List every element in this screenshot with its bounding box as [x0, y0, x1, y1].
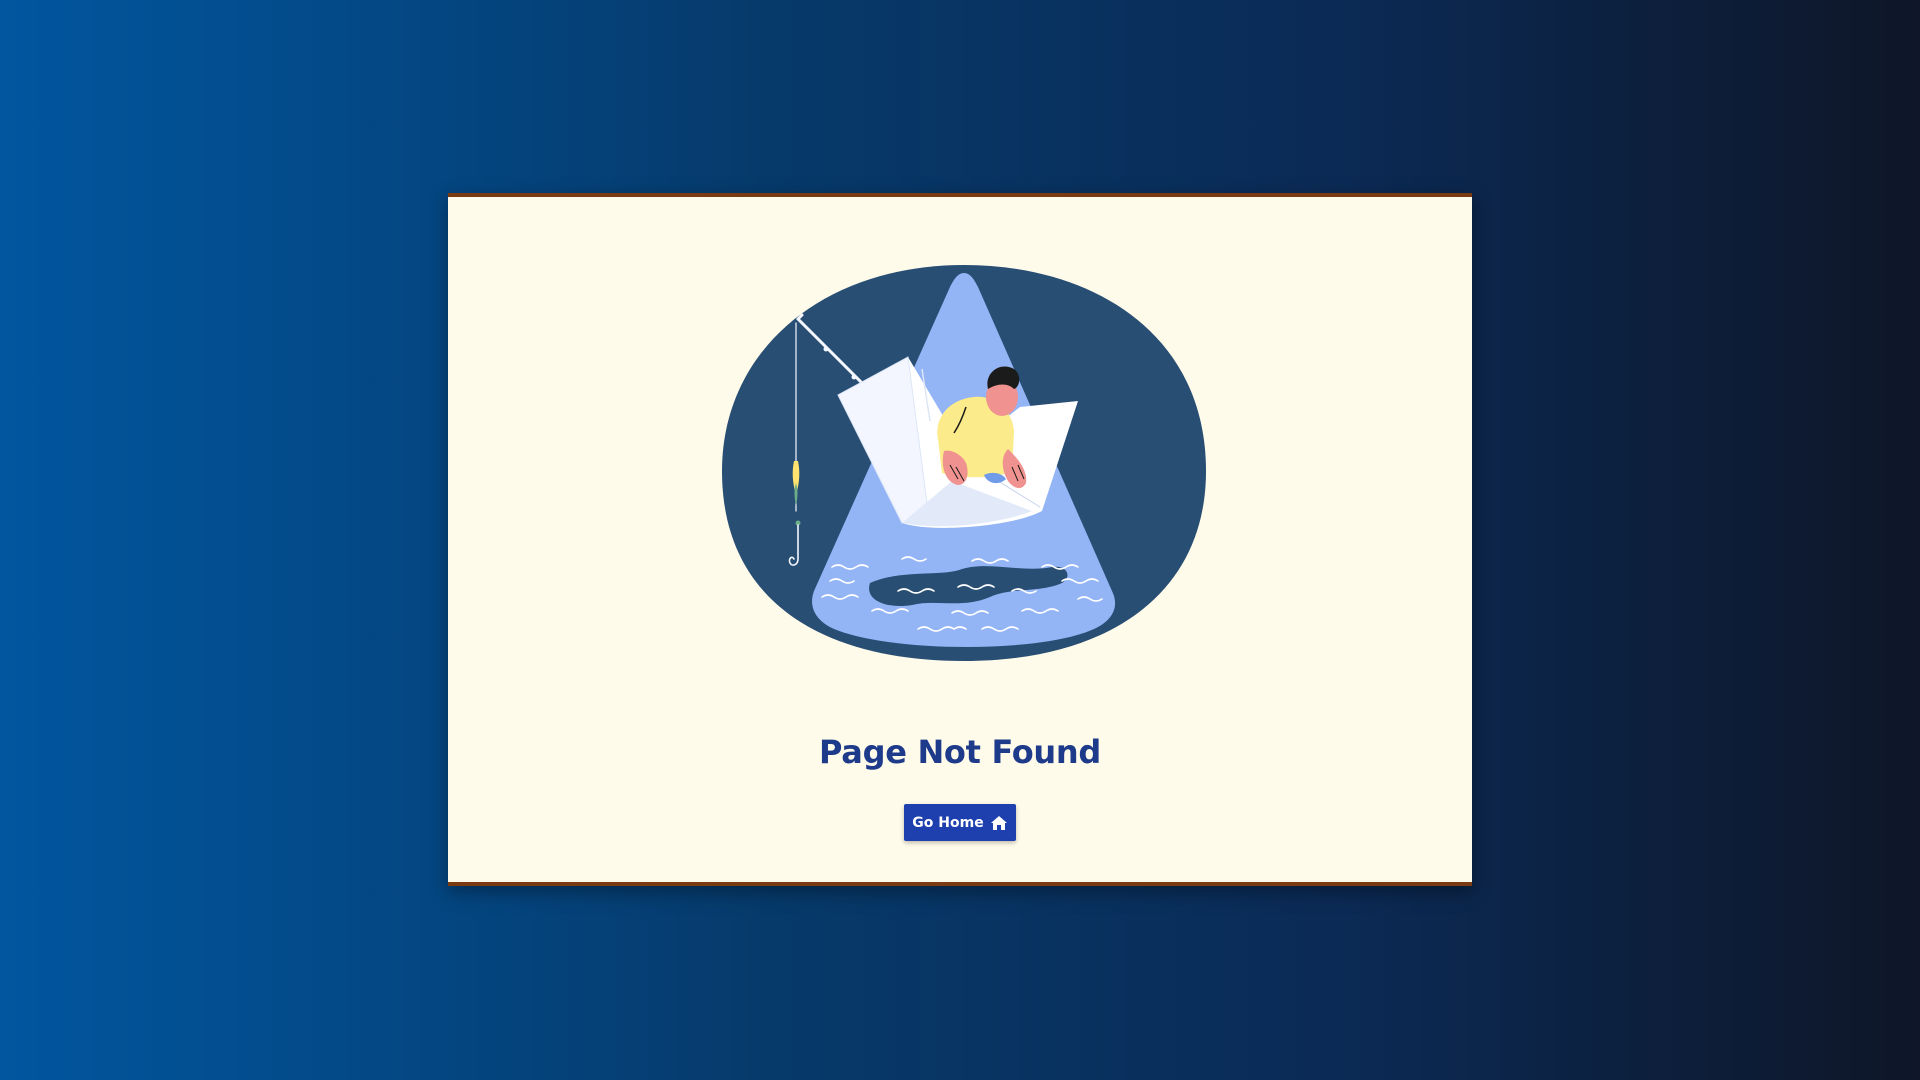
go-home-label: Go Home [912, 814, 984, 831]
home-icon [990, 815, 1007, 830]
not-found-card: Page Not Found Go Home [448, 193, 1472, 886]
paper-boat-illustration [722, 265, 1206, 661]
go-home-button[interactable]: Go Home [904, 804, 1016, 841]
page-title: Page Not Found [819, 733, 1101, 771]
